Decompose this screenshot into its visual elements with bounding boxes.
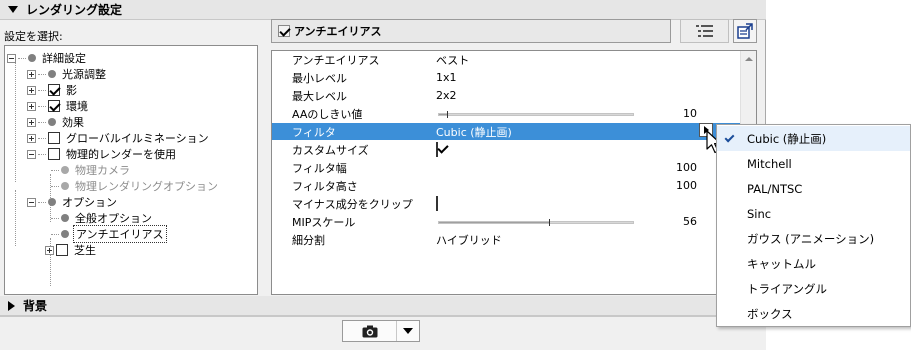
collapse-icon[interactable] <box>7 53 16 63</box>
property-row-antialiasing[interactable]: アンチエイリアス ベスト <box>272 51 741 68</box>
antialiasing-enable-checkbox[interactable] <box>278 25 290 37</box>
chevron-down-icon[interactable] <box>397 328 419 334</box>
export-icon <box>737 23 753 39</box>
tree-node-effects[interactable]: 効果 <box>27 114 86 130</box>
property-row-filter-height[interactable]: フィルタ高さ 100 <box>272 177 741 194</box>
collapse-icon[interactable] <box>27 149 36 159</box>
triangle-down-icon <box>8 6 18 13</box>
bullet-icon <box>48 198 56 206</box>
mip-scale-slider[interactable] <box>438 219 634 226</box>
menu-item-gaussian[interactable]: ガウス (アニメーション) <box>717 226 910 251</box>
property-row-custom-size[interactable]: カスタムサイズ <box>272 141 741 158</box>
shadow-checkbox[interactable] <box>48 84 60 96</box>
property-row-min-level[interactable]: 最小レベル 1x1 <box>272 69 741 86</box>
camera-icon <box>362 325 377 337</box>
tree-node-general-options[interactable]: 全般オプション <box>51 210 154 226</box>
bullet-icon <box>61 230 69 238</box>
property-row-filter[interactable]: フィルタ Cubic (静止画) <box>272 123 741 140</box>
property-row-aa-threshold[interactable]: AAのしきい値 10 <box>272 105 741 122</box>
aa-threshold-slider[interactable] <box>438 111 634 118</box>
rendering-settings-title: レンダリング設定 <box>26 3 123 17</box>
property-row-mip-scale[interactable]: MIPスケール 56 <box>272 213 741 230</box>
property-row-filter-width[interactable]: フィルタ幅 100 <box>272 159 741 176</box>
checkmark-icon <box>724 132 735 143</box>
property-grid: アンチエイリアス ベスト 最小レベル 1x1 最大レベル 2x2 AAのしきい値… <box>271 50 757 295</box>
menu-item-pal-ntsc[interactable]: PAL/NTSC <box>717 176 910 201</box>
menu-item-cubic[interactable]: Cubic (静止画) <box>717 126 910 151</box>
select-setting-label: 設定を選択: <box>4 30 63 43</box>
tree-node-global-illumination[interactable]: グローバルイルミネーション <box>27 130 211 146</box>
background-section-header[interactable]: 背景 <box>0 296 766 316</box>
list-view-icon <box>695 25 713 37</box>
scroll-up-icon[interactable] <box>745 57 753 61</box>
tree-node-light-adjust[interactable]: 光源調整 <box>27 66 108 82</box>
menu-item-box[interactable]: ボックス <box>717 301 910 326</box>
expand-icon[interactable] <box>45 245 54 255</box>
bullet-icon <box>48 118 56 126</box>
menu-item-triangle[interactable]: トライアングル <box>717 276 910 301</box>
rendering-settings-header[interactable]: レンダリング設定 <box>0 0 766 20</box>
property-row-subdivision[interactable]: 細分割 ハイブリッド <box>272 231 741 248</box>
tree-node-physical-render-options[interactable]: 物理レンダリングオプション <box>51 178 220 194</box>
antialiasing-group-header: アンチエイリアス <box>271 19 671 43</box>
rendering-settings-panel: レンダリング設定 設定を選択: 詳細設定 光源調整 影 環境 効果 グローバルイ… <box>0 0 766 350</box>
render-camera-button[interactable] <box>342 320 420 342</box>
tree-node-antialiasing[interactable]: アンチエイリアス <box>51 225 167 243</box>
tree-node-grass[interactable]: 芝生 <box>45 242 98 258</box>
global-illumination-checkbox[interactable] <box>48 132 60 144</box>
app: レンダリング設定 設定を選択: 詳細設定 光源調整 影 環境 効果 グローバルイ… <box>0 0 911 350</box>
grass-checkbox[interactable] <box>56 244 68 256</box>
clip-negative-checkbox[interactable] <box>436 196 438 211</box>
settings-tree: 詳細設定 光源調整 影 環境 効果 グローバルイルミネーション 物理的レンダーを… <box>4 45 258 295</box>
bullet-icon <box>48 70 56 78</box>
triangle-right-icon <box>8 300 15 311</box>
bullet-icon <box>61 166 69 174</box>
custom-size-checkbox[interactable] <box>436 142 438 157</box>
tree-node-options[interactable]: オプション <box>27 194 119 210</box>
filter-dropdown-menu: Cubic (静止画) Mitchell PAL/NTSC Sinc ガウス (… <box>716 124 911 327</box>
property-row-clip-negative[interactable]: マイナス成分をクリップ <box>272 195 741 212</box>
tree-node-physical-render[interactable]: 物理的レンダーを使用 <box>27 146 178 162</box>
environment-checkbox[interactable] <box>48 100 60 112</box>
bullet-icon <box>61 214 69 222</box>
menu-item-mitchell[interactable]: Mitchell <box>717 151 910 176</box>
expand-icon[interactable] <box>27 69 36 79</box>
export-button[interactable] <box>733 19 757 43</box>
menu-item-sinc[interactable]: Sinc <box>717 201 910 226</box>
property-row-max-level[interactable]: 最大レベル 2x2 <box>272 87 741 104</box>
collapse-icon[interactable] <box>27 197 36 207</box>
expand-icon[interactable] <box>27 101 36 111</box>
tree-node-environment[interactable]: 環境 <box>27 98 90 114</box>
antialiasing-group-title: アンチエイリアス <box>294 25 382 38</box>
bullet-icon <box>28 54 36 62</box>
expand-icon[interactable] <box>27 133 36 143</box>
menu-item-catmull[interactable]: キャットムル <box>717 251 910 276</box>
camera-button-main[interactable] <box>343 321 397 341</box>
expand-icon[interactable] <box>27 117 36 127</box>
bullet-icon <box>61 182 69 190</box>
physical-render-checkbox[interactable] <box>48 148 60 160</box>
list-view-button[interactable] <box>680 19 729 43</box>
expand-icon[interactable] <box>27 85 36 95</box>
tree-node-advanced[interactable]: 詳細設定 <box>7 50 88 66</box>
background-section-title: 背景 <box>23 299 48 313</box>
tree-node-shadow[interactable]: 影 <box>27 82 79 98</box>
tree-node-physical-camera[interactable]: 物理カメラ <box>51 162 132 178</box>
